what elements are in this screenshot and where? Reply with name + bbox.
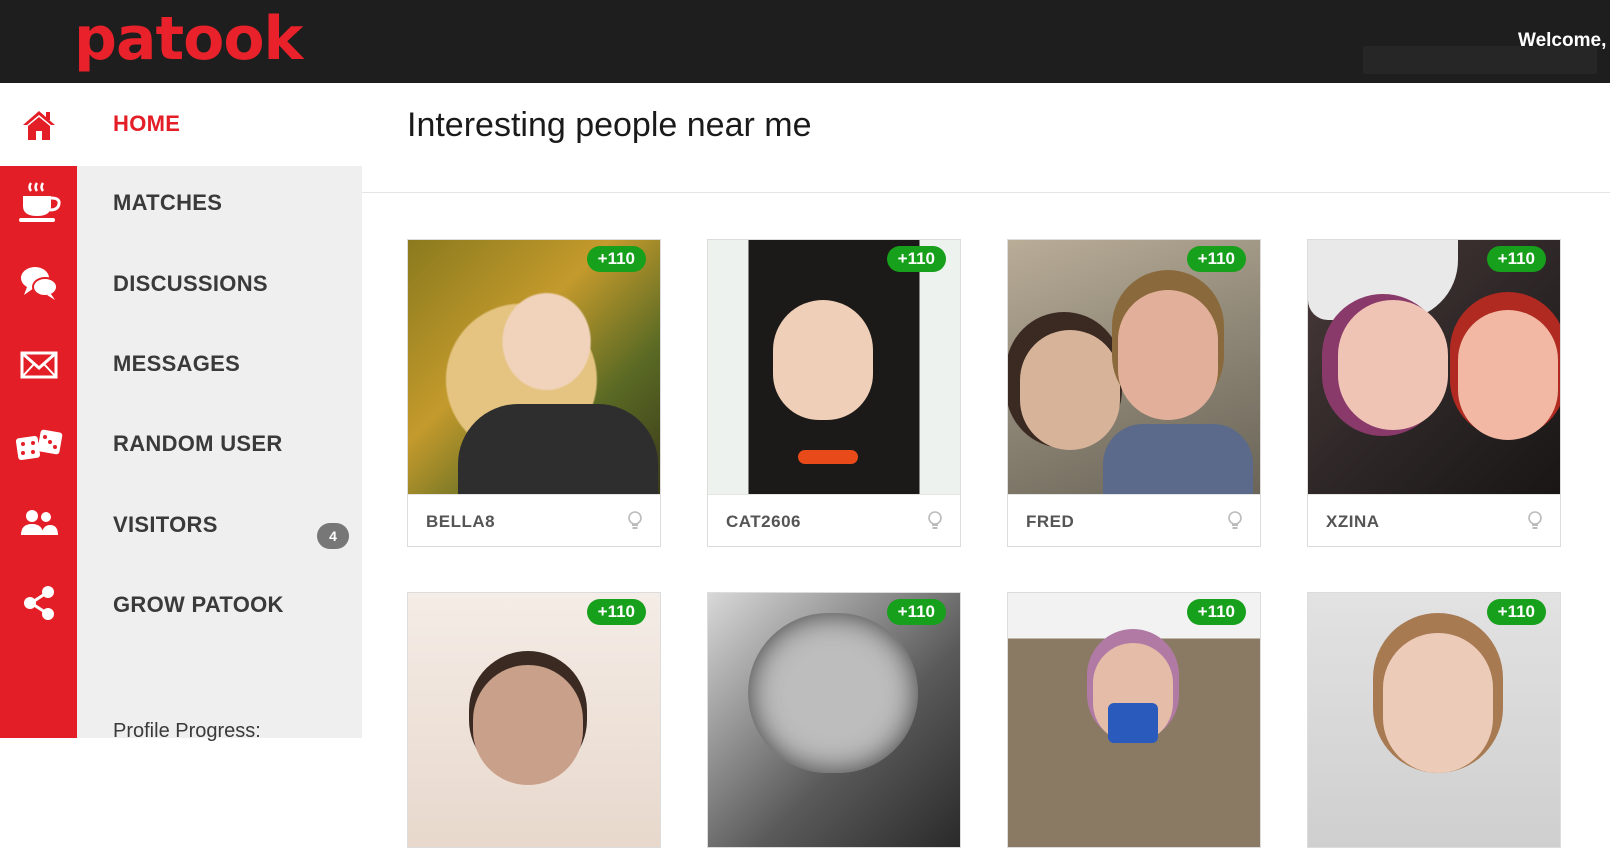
share-icon[interactable] [0, 583, 77, 623]
lightbulb-icon[interactable] [928, 511, 942, 536]
sidebar-item-random-user[interactable]: RANDOM USER [113, 431, 283, 457]
profile-photo[interactable]: +110 [408, 593, 660, 847]
visitors-count-badge: 4 [317, 523, 349, 549]
profile-photo[interactable]: +110 [1308, 240, 1560, 494]
profile-progress-label: Profile Progress: [113, 720, 261, 742]
person-card[interactable]: +110 [1307, 592, 1561, 848]
profile-photo[interactable]: +110 [1008, 240, 1260, 494]
points-badge: +110 [1186, 599, 1246, 625]
top-bar: patook Welcome, [0, 0, 1610, 83]
sidebar-item-messages[interactable]: MESSAGES [113, 351, 240, 377]
person-card[interactable]: +110 FRED [1007, 239, 1261, 547]
username[interactable]: BELLA8 [426, 512, 495, 532]
title-divider [362, 192, 1610, 193]
sidebar-item-discussions[interactable]: DISCUSSIONS [113, 271, 268, 297]
sidebar-item-matches[interactable]: MATCHES [113, 190, 222, 216]
lightbulb-icon[interactable] [1528, 511, 1542, 536]
profile-photo[interactable]: +110 [708, 593, 960, 847]
points-badge: +110 [886, 246, 946, 272]
person-card[interactable]: +110 [407, 592, 661, 848]
points-badge: +110 [586, 246, 646, 272]
sidebar-icon-rail [0, 83, 77, 738]
sidebar-item-grow-patook[interactable]: GROW PATOOK [113, 592, 284, 618]
username[interactable]: CAT2606 [726, 512, 801, 532]
sidebar-item-home[interactable]: HOME [113, 111, 180, 137]
profile-photo[interactable]: +110 [1008, 593, 1260, 847]
person-card[interactable]: +110 BELLA8 [407, 239, 661, 547]
page-title: Interesting people near me [407, 106, 812, 144]
welcome-text: Welcome, [1518, 30, 1607, 51]
coffee-cup-icon[interactable] [0, 182, 77, 223]
person-card[interactable]: +110 [1007, 592, 1261, 848]
person-card[interactable]: +110 XZINA [1307, 239, 1561, 547]
sidebar-nav: HOME MATCHES DISCUSSIONS MESSAGES RANDOM… [77, 83, 362, 742]
envelope-icon[interactable] [0, 345, 77, 385]
profile-photo[interactable]: +110 [1308, 593, 1560, 847]
username[interactable]: XZINA [1326, 512, 1380, 532]
points-badge: +110 [1486, 599, 1546, 625]
chat-bubbles-icon[interactable] [0, 263, 77, 303]
profile-photo[interactable]: +110 [708, 240, 960, 494]
profile-photo[interactable]: +110 [408, 240, 660, 494]
sidebar-item-visitors[interactable]: VISITORS [113, 512, 218, 538]
points-badge: +110 [886, 599, 946, 625]
lightbulb-icon[interactable] [628, 511, 642, 536]
points-badge: +110 [1486, 246, 1546, 272]
lightbulb-icon[interactable] [1228, 511, 1242, 536]
home-icon[interactable] [0, 105, 77, 145]
users-icon[interactable] [0, 503, 77, 543]
dice-icon[interactable] [0, 425, 77, 465]
points-badge: +110 [586, 599, 646, 625]
username[interactable]: FRED [1026, 512, 1074, 532]
patook-logo[interactable]: patook [74, 0, 303, 78]
points-badge: +110 [1186, 246, 1246, 272]
person-card[interactable]: +110 [707, 592, 961, 848]
person-card[interactable]: +110 CAT2606 [707, 239, 961, 547]
